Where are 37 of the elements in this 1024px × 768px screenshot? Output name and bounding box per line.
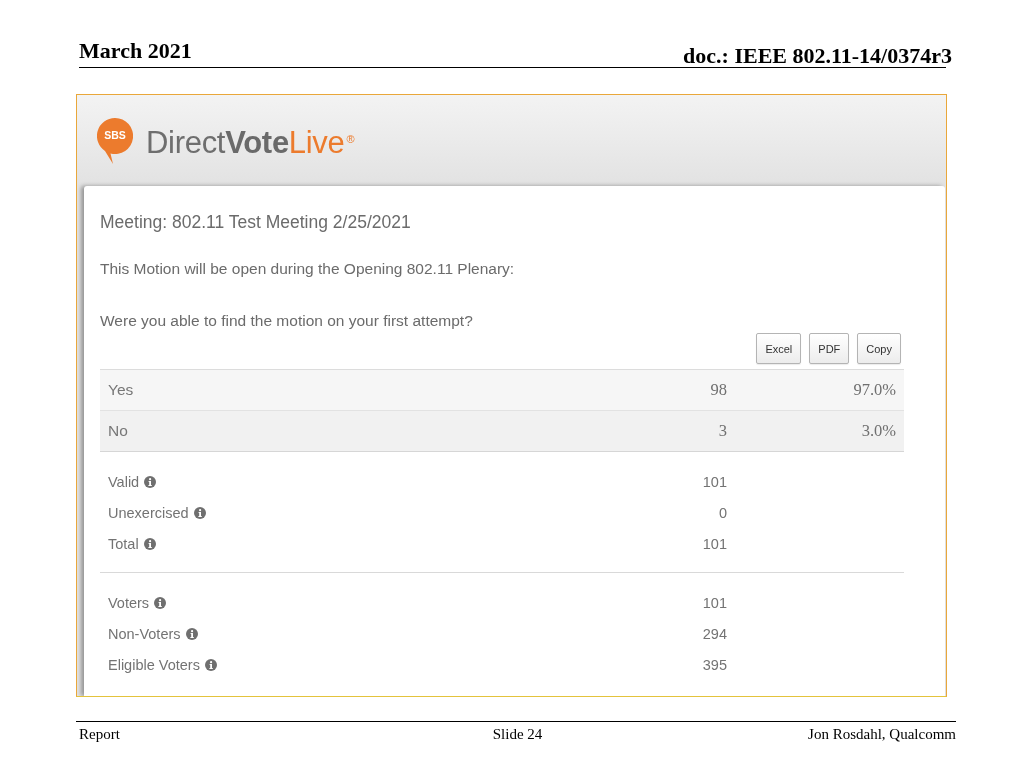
- count-cell: 98: [710, 380, 727, 400]
- slide-number: Slide 24: [492, 725, 543, 743]
- export-button[interactable]: Excel: [756, 333, 802, 364]
- logo-badge: SBS: [97, 117, 133, 164]
- info-icon[interactable]: [185, 627, 198, 640]
- stat-label: Non-Voters: [108, 625, 181, 642]
- info-icon[interactable]: [144, 475, 157, 488]
- footer-label: Report: [79, 725, 120, 743]
- export-button[interactable]: PDF: [809, 333, 850, 364]
- stat-value: 294: [702, 625, 727, 642]
- info-icon[interactable]: [154, 596, 167, 609]
- question-text: Were you able to find the motion on your first attempt?: [100, 311, 474, 331]
- percent-cell: 3.0%: [861, 421, 896, 441]
- author-credit: Jon Rosdahl, Qualcomm: [808, 725, 956, 743]
- logo-wordmark: DirectVoteLive$^{®}$: [146, 123, 355, 161]
- stat-label: Voters: [108, 594, 150, 611]
- motion-text: This Motion will be open during the Opening 802.11 Plenary:: [100, 259, 516, 279]
- info-icon[interactable]: [143, 537, 156, 550]
- info-icon[interactable]: [193, 506, 206, 519]
- percent-cell: 97.0%: [853, 380, 896, 400]
- document-id: doc.: IEEE 802.11-14/0374r3: [683, 45, 952, 67]
- meeting-title: Meeting: 802.11 Test Meeting 2/25/2021: [100, 211, 412, 233]
- stat-value: 101: [702, 594, 727, 611]
- stat-label: Unexercised: [108, 504, 189, 521]
- info-icon[interactable]: [204, 658, 217, 671]
- stat-label: Valid: [108, 473, 140, 490]
- stat-value: 101: [702, 473, 727, 490]
- stat-value: 101: [702, 535, 727, 552]
- answer-cell: Yes: [108, 381, 134, 399]
- export-button[interactable]: Copy: [857, 333, 901, 364]
- stat-value: 395: [702, 656, 727, 673]
- stat-label: Eligible Voters: [108, 656, 200, 673]
- stat-label: Total: [108, 535, 139, 552]
- count-cell: 3: [718, 421, 727, 441]
- stat-value: 0: [718, 504, 727, 521]
- answer-cell: No: [108, 422, 128, 440]
- slide-date: March 2021: [79, 40, 192, 62]
